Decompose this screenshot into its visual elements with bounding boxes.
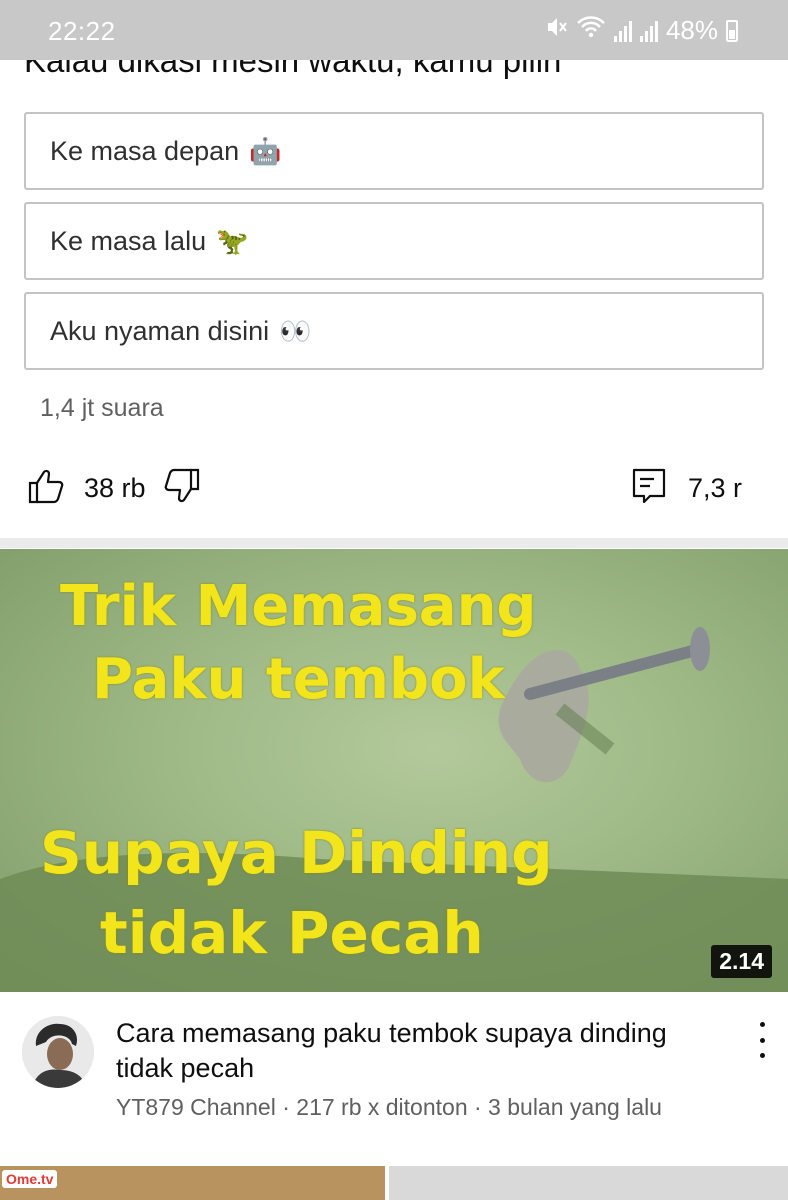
dislike-button[interactable] xyxy=(162,460,202,516)
post-actions: 38 rb 7,3 r xyxy=(0,460,788,520)
ometv-watermark: Ome.tv xyxy=(2,1170,58,1188)
video-subtitle: YT879 Channel · 217 rb x ditonton · 3 bu… xyxy=(116,1094,662,1120)
robot-emoji: 🤖 xyxy=(249,135,282,166)
avatar-image xyxy=(22,1016,94,1088)
next-video-thumb-right xyxy=(389,1166,788,1200)
poll-option-here[interactable]: Aku nyaman disini 👀 xyxy=(24,292,764,370)
mute-icon xyxy=(542,14,568,47)
channel-avatar[interactable] xyxy=(22,1016,94,1088)
comment-count: 7,3 r xyxy=(688,472,743,503)
eyes-emoji: 👀 xyxy=(279,315,312,346)
status-bar: 22:22 48% xyxy=(0,0,788,60)
video-duration: 2.14 xyxy=(711,945,772,978)
video-thumbnail[interactable]: Trik Memasang Paku tembok Supaya Dinding… xyxy=(0,549,788,992)
clock: 22:22 xyxy=(48,16,116,46)
next-video-preview[interactable]: Ome.tv xyxy=(0,1166,788,1200)
dislike-icon xyxy=(162,466,202,511)
more-vert-icon[interactable] xyxy=(754,1020,770,1060)
section-divider xyxy=(0,538,788,548)
poll-option-label: Aku nyaman disini xyxy=(50,315,270,346)
poll-option-future[interactable]: Ke masa depan 🤖 xyxy=(24,112,764,190)
thumbnail-caption: tidak Pecah xyxy=(100,899,484,967)
signal-icon-2 xyxy=(639,20,658,42)
dinosaur-emoji: 🦖 xyxy=(216,225,249,256)
vote-count: 1,4 jt suara xyxy=(40,394,164,422)
thumbnail-caption: Supaya Dinding xyxy=(40,819,553,887)
video-title[interactable]: Cara memasang paku tembok supaya dinding… xyxy=(116,1016,726,1086)
battery-icon xyxy=(726,19,738,42)
wifi-icon xyxy=(576,14,606,47)
poll-option-past[interactable]: Ke masa lalu 🦖 xyxy=(24,202,764,280)
like-button[interactable]: 38 rb xyxy=(26,460,146,516)
video-info: Cara memasang paku tembok supaya dinding… xyxy=(0,1000,788,1130)
next-video-thumb-left xyxy=(0,1166,385,1200)
comments-button[interactable]: 7,3 r xyxy=(632,460,742,516)
thumbnail-caption: Trik Memasang xyxy=(60,574,537,639)
poll-option-label: Ke masa lalu xyxy=(50,225,207,256)
like-icon xyxy=(26,466,66,511)
thumbnail-caption: Paku tembok xyxy=(92,647,505,712)
like-count: 38 rb xyxy=(84,472,146,503)
poll-option-label: Ke masa depan xyxy=(50,135,240,166)
comment-icon xyxy=(632,466,666,511)
signal-icon xyxy=(613,20,632,42)
battery-percent: 48% xyxy=(665,15,718,45)
